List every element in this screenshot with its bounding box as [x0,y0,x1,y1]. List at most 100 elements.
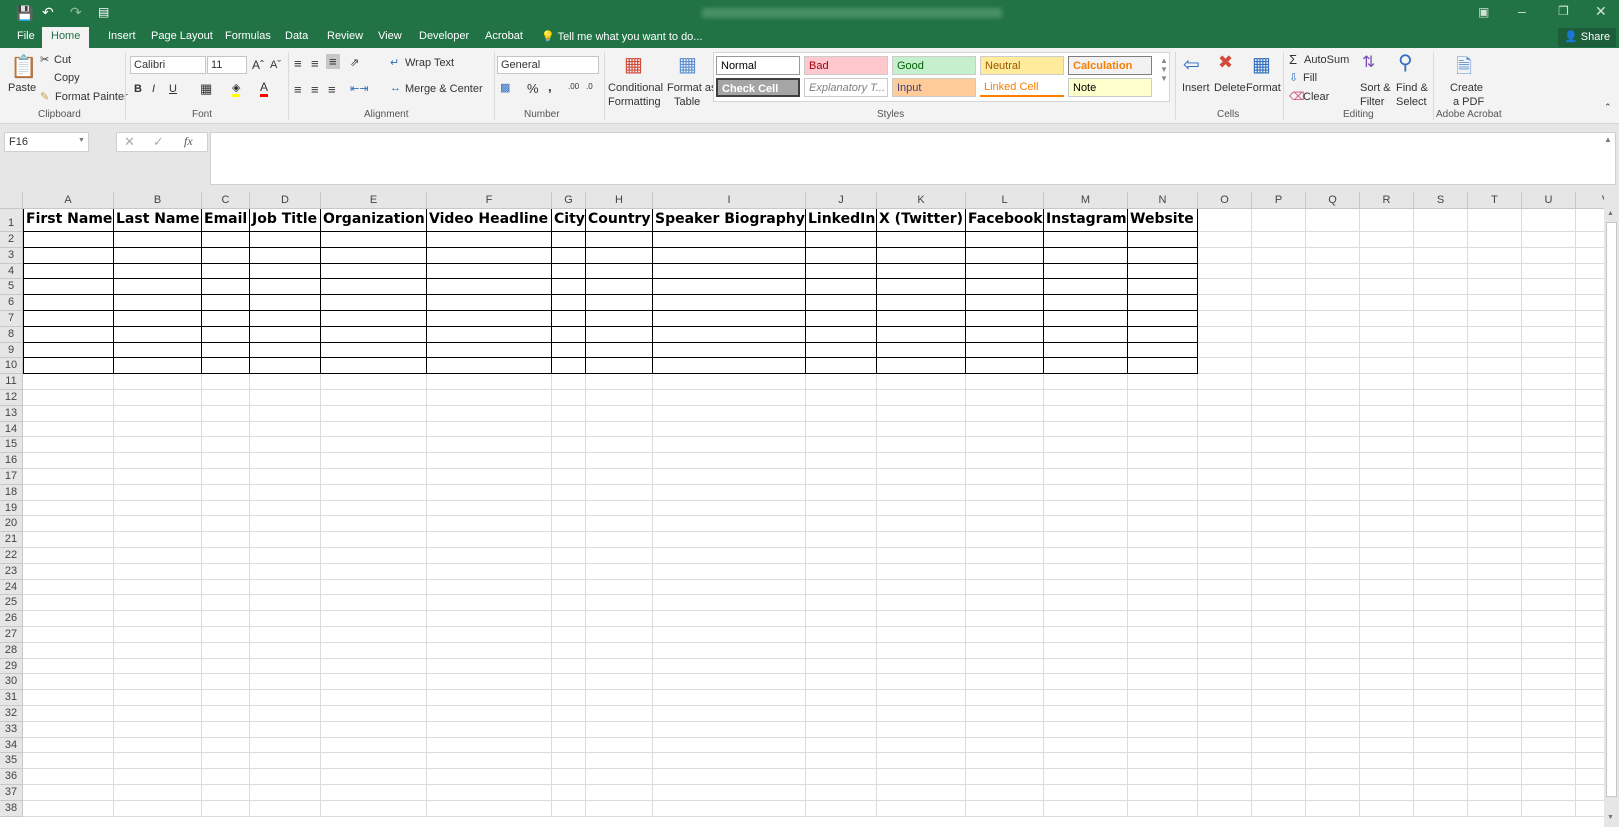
cell-L7[interactable] [966,311,1044,327]
cell-G12[interactable] [552,390,586,406]
cell-D31[interactable] [250,690,321,706]
cell-M7[interactable] [1044,311,1128,327]
cell-H12[interactable] [586,390,653,406]
delete-button[interactable]: Delete [1214,82,1246,94]
cell-T12[interactable] [1468,390,1522,406]
cell-B25[interactable] [114,595,202,612]
cell-J25[interactable] [806,595,877,612]
cell-N32[interactable] [1128,706,1198,722]
cell-R19[interactable] [1360,500,1414,517]
cell-R31[interactable] [1360,690,1414,706]
cell-K21[interactable] [877,532,966,548]
cell-Q24[interactable] [1306,579,1360,596]
cell-H28[interactable] [586,642,653,659]
conditional-formatting-button-line2[interactable]: Formatting [608,96,661,108]
cell-C27[interactable] [202,627,250,643]
cell-E31[interactable] [321,690,427,706]
format-as-table-button[interactable]: Format as [667,82,717,94]
cell-M25[interactable] [1044,595,1128,612]
cell-R16[interactable] [1360,453,1414,469]
cell-A32[interactable] [23,706,114,722]
cell-T25[interactable] [1468,595,1522,612]
cell-J15[interactable] [806,437,877,454]
select-all-button[interactable] [0,192,23,209]
cell-V14[interactable] [1576,422,1604,438]
cell-S13[interactable] [1414,405,1468,422]
share-button[interactable]: 👤 Share [1558,28,1617,47]
tab-developer[interactable]: Developer [419,30,469,42]
cell-J22[interactable] [806,548,877,564]
cell-R7[interactable] [1360,311,1414,327]
minimize-icon[interactable]: – [1518,3,1526,19]
cell-C14[interactable] [202,421,250,438]
cell-O19[interactable] [1198,500,1252,517]
cell-G16[interactable] [552,453,586,469]
cell-F36[interactable] [427,769,552,785]
cell-T11[interactable] [1468,374,1522,390]
cell-T7[interactable] [1468,311,1522,327]
cell-M6[interactable] [1044,295,1128,311]
cell-U37[interactable] [1522,785,1576,801]
cell-B4[interactable] [114,263,202,280]
cell-N34[interactable] [1128,737,1198,754]
cell-V8[interactable] [1576,327,1604,343]
cell-F25[interactable] [427,595,552,612]
cell-B17[interactable] [114,469,202,485]
row-header-4[interactable]: 4 [0,263,23,280]
row-header-3[interactable]: 3 [0,247,23,264]
cell-O2[interactable] [1198,232,1252,248]
row-header-30[interactable]: 30 [0,674,23,691]
cell-B2[interactable] [114,232,202,248]
cell-I30[interactable] [653,674,806,691]
column-header-B[interactable]: B [114,192,202,209]
row-header-32[interactable]: 32 [0,706,23,722]
cell-P37[interactable] [1252,785,1306,801]
cell-S17[interactable] [1414,469,1468,485]
cell-P28[interactable] [1252,642,1306,659]
cell-T32[interactable] [1468,706,1522,722]
cell-L33[interactable] [966,721,1044,738]
number-format-select[interactable]: General [497,56,599,74]
cell-D28[interactable] [250,642,321,659]
cell-J6[interactable] [806,295,877,311]
tab-view[interactable]: View [378,30,402,42]
cell-S5[interactable] [1414,279,1468,296]
cell-V26[interactable] [1576,611,1604,627]
cell-C34[interactable] [202,737,250,754]
scroll-down-icon[interactable]: ▼ [1607,814,1614,821]
cell-L21[interactable] [966,532,1044,548]
cell-K17[interactable] [877,469,966,485]
cell-R11[interactable] [1360,374,1414,390]
cell-S10[interactable] [1414,358,1468,375]
cell-N6[interactable] [1128,295,1198,311]
cell-G11[interactable] [552,374,586,390]
cell-Q36[interactable] [1306,769,1360,785]
header-cell[interactable]: Last Name [114,209,202,232]
cell-Q5[interactable] [1306,279,1360,296]
tab-home[interactable]: Home [42,27,90,48]
cell-Q31[interactable] [1306,690,1360,706]
column-header-S[interactable]: S [1414,192,1468,209]
column-header-P[interactable]: P [1252,192,1306,209]
cell-F19[interactable] [427,500,552,517]
cell-K19[interactable] [877,500,966,517]
cell-K3[interactable] [877,247,966,264]
copy-button[interactable]: Copy [54,72,80,84]
wrap-text-button[interactable]: Wrap Text [405,57,454,69]
cell-D24[interactable] [250,579,321,596]
cell-O13[interactable] [1198,405,1252,422]
cell-S1[interactable] [1414,209,1468,232]
cell-A23[interactable] [23,563,114,580]
cell-G15[interactable] [552,437,586,454]
cell-L20[interactable] [966,516,1044,533]
cell-L29[interactable] [966,658,1044,675]
cell-V18[interactable] [1576,485,1604,501]
header-cell[interactable]: Website [1128,209,1198,232]
cell-N2[interactable] [1128,232,1198,248]
cell-M3[interactable] [1044,247,1128,264]
cell-I16[interactable] [653,453,806,469]
cell-K35[interactable] [877,753,966,770]
header-cell[interactable]: Instagram [1044,209,1128,232]
cell-L9[interactable] [966,342,1044,359]
redo-icon[interactable]: ↷ [70,4,82,21]
